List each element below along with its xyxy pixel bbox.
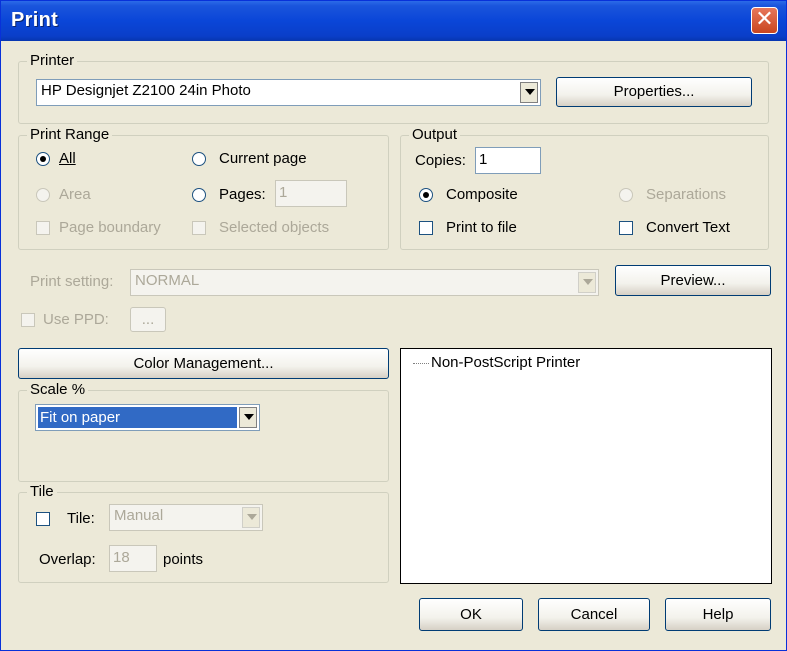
- tree-connector: [413, 362, 429, 364]
- selected-objects-label: Selected objects: [219, 219, 330, 236]
- properties-button[interactable]: Properties...: [556, 77, 752, 107]
- title-bar[interactable]: Print ✕: [1, 1, 786, 41]
- list-item[interactable]: Non-PostScript Printer: [413, 354, 580, 372]
- scale-legend: Scale %: [27, 381, 89, 399]
- window-title: Print: [11, 9, 59, 31]
- scale-select-value: Fit on paper: [38, 407, 237, 428]
- cancel-button[interactable]: Cancel: [538, 598, 650, 631]
- use-ppd-checkbox: [21, 313, 35, 327]
- print-setting-select: NORMAL: [130, 269, 599, 296]
- tile-checkbox[interactable]: [36, 512, 50, 526]
- separations-radio: [619, 188, 633, 202]
- printer-info-list[interactable]: Non-PostScript Printer: [400, 348, 772, 584]
- composite-label: Composite: [446, 186, 518, 203]
- chevron-down-icon: [578, 272, 596, 293]
- scale-select[interactable]: Fit on paper: [35, 404, 260, 431]
- printer-legend: Printer: [27, 52, 78, 70]
- pages-label: Pages:: [219, 186, 266, 203]
- print-setting-value: NORMAL: [135, 272, 200, 289]
- tile-label: Tile:: [67, 510, 95, 527]
- print-dialog: Print ✕ Printer HP Designjet Z2100 24in …: [0, 0, 787, 651]
- chevron-down-icon: [242, 507, 260, 528]
- print-range-legend: Print Range: [27, 126, 113, 144]
- overlap-input: 18: [109, 545, 157, 572]
- chevron-down-icon[interactable]: [239, 407, 257, 428]
- output-legend: Output: [409, 126, 461, 144]
- print-to-file-label: Print to file: [446, 219, 517, 236]
- preview-button[interactable]: Preview...: [615, 265, 771, 296]
- ppd-browse-button: ...: [130, 307, 166, 332]
- print-to-file-checkbox[interactable]: [419, 221, 433, 235]
- points-label: points: [163, 551, 204, 568]
- separations-label: Separations: [646, 186, 727, 203]
- area-label: Area: [59, 186, 91, 203]
- close-icon[interactable]: ✕: [751, 7, 778, 34]
- page-boundary-label: Page boundary: [59, 219, 161, 236]
- page-boundary-checkbox: [36, 221, 50, 235]
- current-page-label: Current page: [219, 150, 307, 167]
- area-radio: [36, 188, 50, 202]
- printer-select-value: HP Designjet Z2100 24in Photo: [41, 82, 251, 99]
- copies-input[interactable]: 1: [475, 147, 541, 174]
- use-ppd-label: Use PPD:: [43, 311, 109, 328]
- print-setting-label: Print setting:: [30, 273, 114, 290]
- printer-select[interactable]: HP Designjet Z2100 24in Photo: [36, 79, 541, 106]
- selected-objects-checkbox: [192, 221, 206, 235]
- pages-input: 1: [275, 180, 347, 207]
- convert-text-label: Convert Text: [646, 219, 730, 236]
- copies-label: Copies:: [415, 152, 466, 169]
- convert-text-checkbox[interactable]: [619, 221, 633, 235]
- tile-select: Manual: [109, 504, 263, 531]
- pages-radio[interactable]: [192, 188, 206, 202]
- chevron-down-icon[interactable]: [520, 82, 538, 103]
- tile-select-value: Manual: [114, 507, 164, 524]
- tile-legend: Tile: [27, 483, 57, 501]
- list-item-label: Non-PostScript Printer: [431, 354, 581, 371]
- composite-radio[interactable]: [419, 188, 433, 202]
- all-radio[interactable]: [36, 152, 50, 166]
- color-management-button[interactable]: Color Management...: [18, 348, 389, 379]
- current-page-radio[interactable]: [192, 152, 206, 166]
- overlap-label: Overlap:: [39, 551, 96, 568]
- help-button[interactable]: Help: [665, 598, 771, 631]
- ok-button[interactable]: OK: [419, 598, 523, 631]
- all-label: All: [59, 150, 76, 167]
